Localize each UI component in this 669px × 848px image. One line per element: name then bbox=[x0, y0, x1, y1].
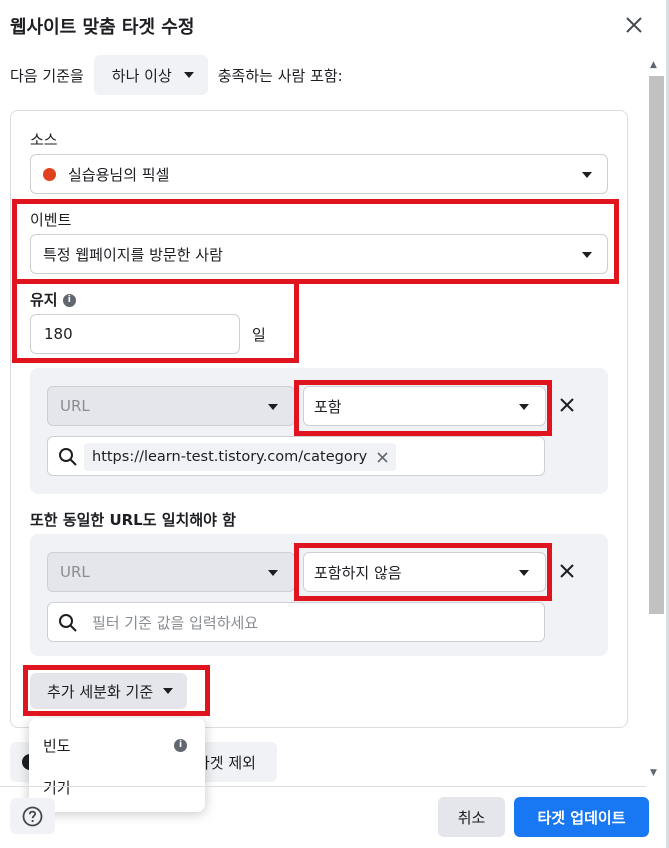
url-value-field[interactable]: https://learn-test.tistory.com/category bbox=[47, 436, 545, 476]
scroll-down-arrow-icon[interactable]: ▼ bbox=[650, 768, 657, 778]
retention-unit: 일 bbox=[252, 326, 266, 344]
caret-down-icon bbox=[163, 688, 174, 694]
caret-down-icon bbox=[268, 570, 278, 576]
caret-down-icon bbox=[268, 404, 278, 410]
event-value: 특정 웹페이지를 방문한 사람 bbox=[43, 245, 223, 264]
retention-label: 유지 i bbox=[30, 289, 76, 310]
remove-token-icon[interactable] bbox=[377, 451, 388, 463]
rule-field-select[interactable]: URL bbox=[47, 552, 295, 592]
retention-days-value: 180 bbox=[44, 325, 73, 343]
rule-field-value: URL bbox=[60, 563, 90, 581]
source-select[interactable]: 실습용님의 픽셀 bbox=[30, 154, 608, 194]
add-refinement-button[interactable]: 추가 세분화 기준 bbox=[30, 673, 188, 709]
close-icon[interactable] bbox=[624, 15, 644, 35]
retention-label-text: 유지 bbox=[30, 291, 58, 309]
help-icon bbox=[22, 806, 43, 827]
criteria-prefix: 다음 기준을 bbox=[10, 66, 84, 85]
also-match-label: 또한 동일한 URL도 일치해야 함 bbox=[30, 511, 236, 529]
source-value: 실습용님의 픽셀 bbox=[68, 165, 170, 184]
info-icon[interactable]: i bbox=[174, 739, 187, 752]
scrollbar-thumb[interactable] bbox=[649, 76, 664, 614]
search-icon bbox=[59, 448, 77, 466]
url-rule-card-include: URL 포함 https://learn-test.tistory.com/ca… bbox=[30, 368, 608, 494]
scroll-up-arrow-icon[interactable]: ▲ bbox=[650, 60, 657, 70]
rule-operator-select[interactable]: 포함하지 않음 bbox=[303, 552, 546, 592]
dialog-title: 웹사이트 맞춤 타겟 수정 bbox=[10, 17, 195, 38]
refinement-dropdown-menu: 빈도 i 기기 bbox=[29, 718, 205, 812]
caret-down-icon bbox=[183, 72, 194, 78]
caret-down-icon bbox=[582, 172, 592, 178]
caret-down-icon bbox=[519, 570, 529, 576]
menu-item-frequency[interactable]: 빈도 bbox=[43, 735, 71, 756]
event-select[interactable]: 특정 웹페이지를 방문한 사람 bbox=[30, 234, 608, 274]
rule-field-value: URL bbox=[60, 397, 90, 415]
rule-field-select[interactable]: URL bbox=[47, 386, 295, 426]
match-type-value: 하나 이상 bbox=[111, 66, 172, 85]
caret-down-icon bbox=[582, 252, 592, 258]
rule-operator-value: 포함 bbox=[314, 397, 342, 416]
retention-days-input[interactable]: 180 bbox=[30, 314, 240, 354]
remove-rule-icon[interactable] bbox=[558, 396, 576, 414]
pixel-status-dot bbox=[43, 167, 56, 181]
rule-operator-select[interactable]: 포함 bbox=[303, 386, 546, 426]
url-rule-card-exclude: URL 포함하지 않음 bbox=[30, 534, 608, 656]
search-icon bbox=[59, 614, 77, 632]
event-label: 이벤트 bbox=[30, 211, 72, 229]
remove-rule-icon[interactable] bbox=[558, 562, 576, 580]
source-label: 소스 bbox=[30, 131, 58, 149]
filter-value-input[interactable] bbox=[92, 609, 532, 637]
inclusion-criteria-row: 다음 기준을 하나 이상 충족하는 사람 포함: bbox=[10, 55, 343, 95]
help-button[interactable] bbox=[10, 798, 55, 834]
cancel-button[interactable]: 취소 bbox=[438, 797, 505, 837]
info-icon[interactable]: i bbox=[62, 294, 76, 307]
match-type-select[interactable]: 하나 이상 bbox=[93, 55, 208, 95]
rule-operator-value: 포함하지 않음 bbox=[314, 563, 402, 582]
url-token: https://learn-test.tistory.com/category bbox=[84, 443, 397, 471]
caret-down-icon bbox=[519, 404, 529, 410]
url-token-text: https://learn-test.tistory.com/category bbox=[92, 449, 368, 465]
menu-item-device[interactable]: 기기 bbox=[43, 777, 71, 798]
url-value-field[interactable] bbox=[47, 602, 545, 642]
criteria-suffix: 충족하는 사람 포함: bbox=[217, 66, 343, 85]
footer-divider bbox=[0, 786, 646, 787]
update-audience-button[interactable]: 타겟 업데이트 bbox=[514, 797, 649, 837]
add-refinement-label: 추가 세분화 기준 bbox=[47, 682, 154, 701]
dialog-header: 웹사이트 맞춤 타겟 수정 bbox=[0, 0, 669, 50]
